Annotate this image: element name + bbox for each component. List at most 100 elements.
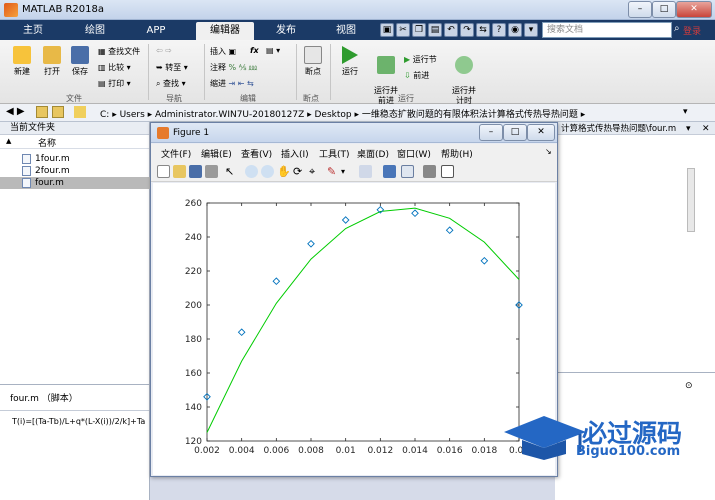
data-cursor-icon[interactable]: ⌖ bbox=[309, 165, 322, 178]
copy-quick-icon[interactable]: ❐ bbox=[412, 23, 426, 37]
breakpoints-button[interactable]: 断点 bbox=[300, 46, 326, 77]
figure-close-button[interactable]: ✕ bbox=[527, 124, 555, 141]
dock-icon[interactable]: ↘ bbox=[545, 147, 552, 156]
tab-apps[interactable]: APP bbox=[132, 22, 180, 40]
menu-edit[interactable]: 编辑(E) bbox=[201, 147, 232, 160]
sort-asc-icon[interactable]: ▲ bbox=[6, 137, 11, 145]
print-button[interactable]: ▤ 打印 ▾ bbox=[98, 78, 131, 89]
show-tools-icon[interactable] bbox=[441, 165, 454, 178]
address-dropdown-icon[interactable]: ▾ bbox=[683, 107, 688, 117]
ribbon-separator bbox=[148, 44, 149, 100]
browse-folder-icon[interactable] bbox=[52, 106, 64, 118]
tab-editor[interactable]: 编辑器 bbox=[196, 22, 254, 40]
switch-window-icon[interactable]: ⇆ bbox=[476, 23, 490, 37]
indent-button[interactable]: 缩进 ⇥ ⇤ ⇆ bbox=[210, 78, 254, 89]
breadcrumb-segment[interactable]: Desktop bbox=[315, 110, 352, 120]
zoom-out-icon[interactable] bbox=[261, 165, 274, 178]
new-button[interactable]: 新建 bbox=[8, 46, 36, 77]
help-quick-icon[interactable]: ? bbox=[492, 23, 506, 37]
file-item[interactable]: 1four.m bbox=[0, 153, 150, 165]
brush-dropdown-icon[interactable]: ▾ bbox=[341, 165, 354, 178]
hide-tools-icon[interactable] bbox=[423, 165, 436, 178]
breadcrumb-segment[interactable]: Administrator.WIN7U-20180127Z bbox=[155, 110, 304, 120]
link-plot-icon[interactable] bbox=[359, 165, 372, 178]
save-button[interactable]: 保存 bbox=[66, 46, 94, 77]
tab-view[interactable]: 视图 bbox=[322, 22, 370, 40]
search-input[interactable]: 搜索文档 bbox=[542, 22, 672, 38]
menu-insert[interactable]: 插入(I) bbox=[281, 147, 309, 160]
back-forward-icon[interactable]: ⇦ ⇨ bbox=[156, 46, 172, 55]
open-file-icon[interactable] bbox=[173, 165, 186, 178]
find-button[interactable]: ⌕ 查找 ▾ bbox=[156, 78, 186, 89]
tab-plots[interactable]: 绘图 bbox=[70, 22, 120, 40]
open-button[interactable]: 打开 bbox=[38, 46, 66, 77]
undo-quick-icon[interactable]: ↶ bbox=[444, 23, 458, 37]
tab-home[interactable]: 主页 bbox=[10, 22, 56, 40]
up-folder-icon[interactable] bbox=[36, 106, 48, 118]
current-folder-panel: 当前文件夹 ▲ 名称 1four.m 2four.m four.m bbox=[0, 122, 150, 384]
menu-file[interactable]: 文件(F) bbox=[161, 147, 191, 160]
editor-area[interactable]: 计算格式传热导热问题\four.m bbox=[555, 122, 715, 372]
breadcrumb-segment[interactable]: 一维稳态扩散问题的有限体积法计算格式传热导热问题 bbox=[362, 110, 578, 120]
redo-quick-icon[interactable]: ↷ bbox=[460, 23, 474, 37]
legend-icon[interactable] bbox=[401, 165, 414, 178]
menu-desktop[interactable]: 桌面(D) bbox=[357, 147, 389, 160]
zoom-in-icon[interactable] bbox=[245, 165, 258, 178]
menu-view[interactable]: 查看(V) bbox=[241, 147, 272, 160]
editor-scrollbar[interactable] bbox=[687, 168, 695, 232]
paste-quick-icon[interactable]: ▤ bbox=[428, 23, 442, 37]
pan-hand-icon[interactable]: ✋ bbox=[277, 165, 291, 178]
print-figure-icon[interactable] bbox=[205, 165, 218, 178]
goto-button[interactable]: ➥ 转至 ▾ bbox=[156, 62, 188, 73]
chart-svg[interactable]: 0.002 0.004 0.006 0.008 0.01 0.012 0.014 0.016 0… bbox=[153, 183, 555, 475]
cmd-options-icon[interactable]: ⊙ bbox=[685, 381, 693, 391]
menu-tools[interactable]: 工具(T) bbox=[319, 147, 350, 160]
brush-icon[interactable]: ✎ bbox=[327, 165, 340, 178]
tab-publish[interactable]: 发布 bbox=[262, 22, 310, 40]
file-column-header[interactable]: ▲ 名称 bbox=[0, 135, 149, 149]
printer-icon: ▤ bbox=[98, 79, 109, 88]
find-files-button[interactable]: ▦ 查找文件 bbox=[98, 46, 140, 57]
editor-close-icon[interactable]: ✕ bbox=[702, 124, 710, 134]
compare-button[interactable]: ▥ 比较 ▾ bbox=[98, 62, 131, 73]
dropdown-quick-icon[interactable]: ▾ bbox=[524, 23, 538, 37]
file-item[interactable]: 2four.m bbox=[0, 165, 150, 177]
run-section-button[interactable]: ▶ 运行节 bbox=[404, 54, 437, 65]
breadcrumb-segment[interactable]: C: bbox=[100, 110, 109, 120]
insert-section-icon[interactable]: ▤ ▾ bbox=[266, 46, 280, 55]
comment-button[interactable]: 注释 % ⅍ ⅏ bbox=[210, 62, 257, 73]
cut-quick-icon[interactable]: ✂ bbox=[396, 23, 410, 37]
rotate-icon[interactable]: ⟳ bbox=[293, 165, 306, 178]
advance-button[interactable]: ⇩ 前进 bbox=[404, 70, 429, 81]
insert-button[interactable]: 插入 ▣ bbox=[210, 46, 236, 57]
save-figure-icon[interactable] bbox=[189, 165, 202, 178]
figure-maximize-button[interactable]: □ bbox=[503, 124, 527, 141]
bell-quick-icon[interactable]: ◉ bbox=[508, 23, 522, 37]
pointer-icon[interactable]: ↖ bbox=[225, 165, 238, 178]
new-label: 新建 bbox=[14, 67, 30, 76]
close-button[interactable]: ✕ bbox=[676, 1, 712, 18]
ribbon-separator bbox=[296, 44, 297, 100]
figure-minimize-button[interactable]: – bbox=[479, 124, 503, 141]
breadcrumb-segment[interactable]: Users bbox=[120, 110, 145, 120]
minimize-button[interactable]: – bbox=[628, 1, 652, 18]
breadcrumb[interactable]: C: ▸ Users ▸ Administrator.WIN7U-2018012… bbox=[100, 107, 585, 120]
run-button[interactable]: 运行 bbox=[336, 46, 364, 77]
menu-help[interactable]: 帮助(H) bbox=[441, 147, 473, 160]
editor-dropdown-icon[interactable]: ▾ bbox=[686, 124, 691, 134]
editor-tab[interactable]: 计算格式传热导热问题\four.m bbox=[555, 122, 715, 135]
save-quick-icon[interactable]: ▣ bbox=[380, 23, 394, 37]
folder-open-icon bbox=[43, 46, 61, 64]
login-link[interactable]: 登录 bbox=[683, 24, 701, 37]
fx-button[interactable]: fx bbox=[250, 46, 259, 55]
menu-window[interactable]: 窗口(W) bbox=[397, 147, 431, 160]
nav-back-forward-icon[interactable]: ◀ ▶ bbox=[6, 106, 25, 117]
figure-window[interactable]: Figure 1 – □ ✕ 文件(F) 编辑(E) 查看(V) 插入(I) 工… bbox=[150, 122, 558, 477]
colorbar-icon[interactable] bbox=[383, 165, 396, 178]
run-time-button[interactable]: 运行并 计时 bbox=[448, 46, 480, 106]
new-figure-icon[interactable] bbox=[157, 165, 170, 178]
plot-area[interactable]: 0.002 0.004 0.006 0.008 0.01 0.012 0.014 0.016 0… bbox=[153, 183, 555, 475]
file-item-selected[interactable]: four.m bbox=[0, 177, 150, 189]
breakpoints-icon bbox=[304, 46, 322, 64]
maximize-button[interactable]: □ bbox=[652, 1, 676, 18]
